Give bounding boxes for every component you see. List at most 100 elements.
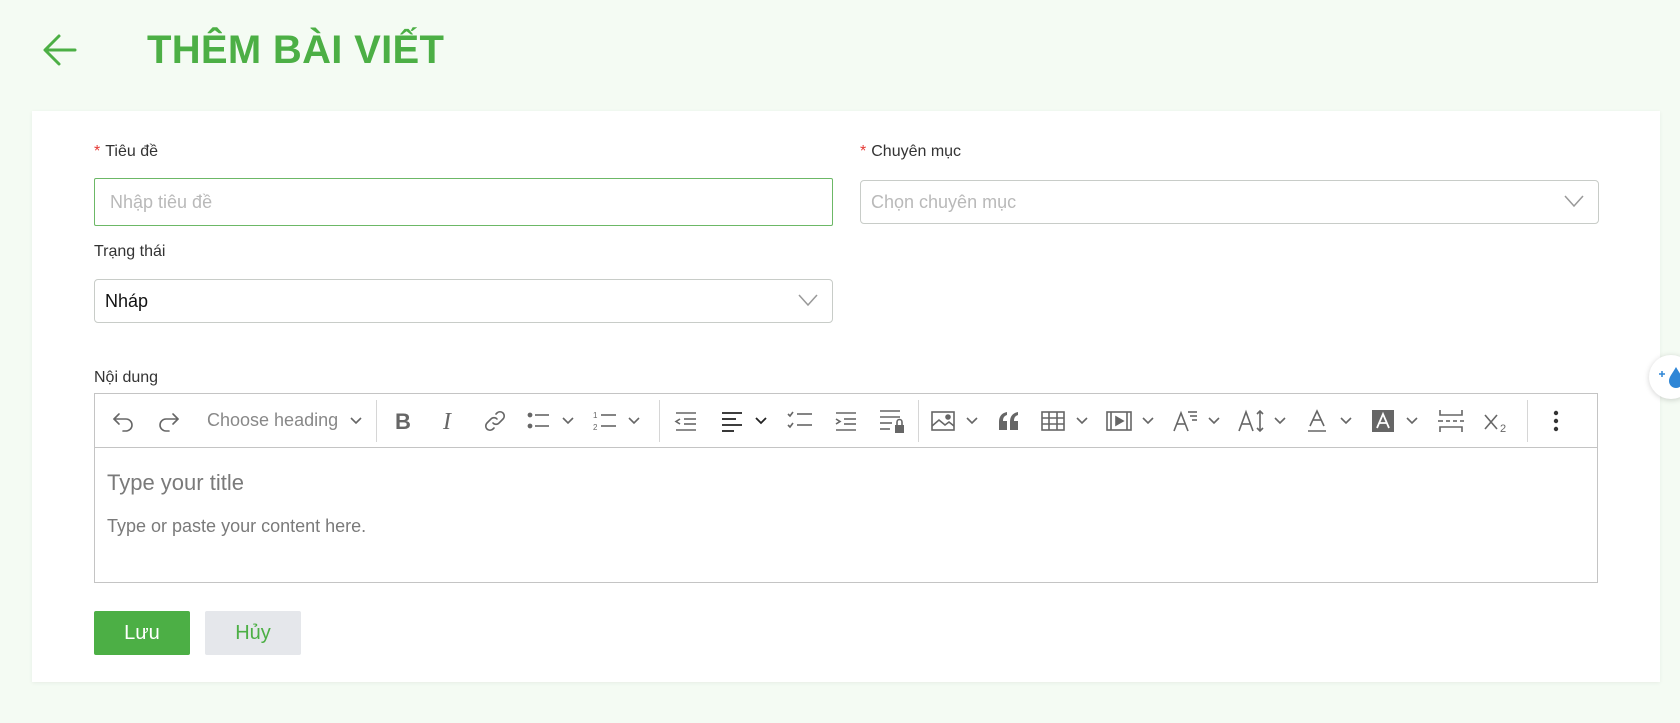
font-family-dropdown[interactable] bbox=[1201, 401, 1227, 441]
link-icon bbox=[485, 410, 506, 431]
page-break-button[interactable] bbox=[1431, 401, 1471, 441]
numbered-list-dropdown[interactable] bbox=[621, 401, 647, 441]
undo-icon bbox=[113, 412, 133, 432]
insert-media-button[interactable] bbox=[1101, 401, 1137, 441]
title-label-text: Tiêu đề bbox=[105, 143, 159, 160]
category-label-text: Chuyên mục bbox=[871, 143, 962, 160]
chevron-down-icon bbox=[1274, 416, 1286, 424]
sparkle-drop-icon bbox=[1659, 367, 1680, 388]
undo-button[interactable] bbox=[105, 401, 141, 441]
chevron-down-icon bbox=[966, 416, 978, 424]
italic-button[interactable]: I bbox=[429, 401, 469, 441]
todo-list-button[interactable] bbox=[780, 401, 820, 441]
chevron-down-icon bbox=[628, 416, 640, 424]
indent-icon bbox=[835, 411, 857, 431]
heading-dropdown-label: Choose heading bbox=[207, 410, 339, 430]
svg-text:I: I bbox=[442, 409, 452, 433]
quote-icon bbox=[999, 411, 1019, 430]
subscript-button[interactable]: 2 bbox=[1477, 401, 1517, 441]
bulleted-list-button[interactable] bbox=[521, 401, 557, 441]
chevron-down-icon bbox=[1340, 416, 1352, 424]
toolbar-separator bbox=[918, 399, 920, 442]
outdent-button[interactable] bbox=[666, 401, 706, 441]
chevron-down-icon bbox=[798, 294, 818, 307]
redo-icon bbox=[159, 412, 179, 432]
italic-icon: I bbox=[442, 409, 452, 433]
back-button[interactable] bbox=[40, 30, 80, 70]
alignment-button[interactable] bbox=[714, 401, 750, 441]
save-button[interactable]: Lưu bbox=[94, 611, 190, 655]
category-placeholder: Chọn chuyên mục bbox=[871, 191, 1017, 212]
heading-dropdown[interactable]: Choose heading bbox=[197, 401, 370, 441]
font-size-dropdown[interactable] bbox=[1267, 401, 1293, 441]
lock-paragraph-icon bbox=[880, 409, 905, 433]
toolbar-separator bbox=[1527, 399, 1529, 442]
arrow-left-icon bbox=[43, 34, 77, 66]
editor-content-area[interactable]: Type your title Type or paste your conte… bbox=[95, 448, 1597, 559]
rich-text-editor: Choose heading B I 12 2 Type your title … bbox=[94, 393, 1598, 583]
font-background-color-button[interactable] bbox=[1365, 401, 1401, 441]
content-label: Nội dung bbox=[94, 369, 159, 386]
chevron-down-icon bbox=[562, 416, 574, 424]
font-color-dropdown[interactable] bbox=[1333, 401, 1359, 441]
block-quote-button[interactable] bbox=[991, 401, 1027, 441]
editor-title-placeholder: Type your title bbox=[107, 470, 244, 495]
bulleted-list-dropdown[interactable] bbox=[555, 401, 581, 441]
svg-text:1: 1 bbox=[593, 411, 598, 420]
insert-image-dropdown[interactable] bbox=[959, 401, 985, 441]
link-button[interactable] bbox=[475, 401, 515, 441]
table-icon bbox=[1041, 410, 1065, 431]
subscript-icon: 2 bbox=[1484, 413, 1506, 433]
title-input[interactable] bbox=[95, 179, 832, 225]
font-size-icon bbox=[1238, 409, 1264, 432]
numbered-list-button[interactable]: 12 bbox=[587, 401, 623, 441]
toolbar-separator bbox=[659, 399, 661, 442]
alignment-dropdown[interactable] bbox=[748, 401, 774, 441]
image-icon bbox=[931, 410, 955, 431]
font-size-button[interactable] bbox=[1233, 401, 1269, 441]
svg-text:2: 2 bbox=[1500, 423, 1506, 433]
category-label: * Chuyên mục bbox=[860, 143, 961, 161]
numbered-list-icon: 12 bbox=[593, 411, 617, 432]
page-title: THÊM BÀI VIẾT bbox=[147, 27, 445, 72]
page-break-icon bbox=[1438, 409, 1465, 432]
font-family-button[interactable] bbox=[1167, 401, 1203, 441]
insert-table-button[interactable] bbox=[1035, 401, 1071, 441]
more-vertical-icon bbox=[1553, 410, 1559, 431]
outdent-icon bbox=[674, 411, 697, 431]
more-options-button[interactable] bbox=[1538, 401, 1574, 441]
chevron-down-icon bbox=[1564, 195, 1584, 208]
bold-button[interactable]: B bbox=[383, 401, 423, 441]
title-field bbox=[94, 178, 833, 226]
redo-button[interactable] bbox=[151, 401, 187, 441]
chevron-down-icon bbox=[1208, 416, 1220, 424]
editor-toolbar: Choose heading B I 12 2 bbox=[95, 394, 1597, 448]
toolbar-separator bbox=[376, 399, 378, 442]
status-select[interactable]: Nháp bbox=[94, 279, 833, 323]
category-select[interactable]: Chọn chuyên mục bbox=[860, 180, 1599, 224]
insert-media-dropdown[interactable] bbox=[1135, 401, 1161, 441]
font-family-icon bbox=[1173, 410, 1198, 431]
chevron-down-icon bbox=[1406, 416, 1418, 424]
chevron-down-icon bbox=[1142, 416, 1154, 424]
restricted-editing-button[interactable] bbox=[872, 401, 912, 441]
media-icon bbox=[1106, 410, 1132, 431]
font-color-button[interactable] bbox=[1299, 401, 1335, 441]
status-value: Nháp bbox=[105, 290, 149, 311]
status-label: Trạng thái bbox=[94, 243, 166, 260]
required-mark: * bbox=[94, 143, 101, 160]
todo-list-icon bbox=[787, 411, 813, 428]
svg-text:B: B bbox=[395, 409, 411, 433]
chevron-down-icon bbox=[350, 416, 362, 424]
chevron-down-icon bbox=[1076, 416, 1088, 424]
align-left-icon bbox=[722, 411, 743, 432]
font-color-icon bbox=[1308, 408, 1327, 432]
font-background-color-dropdown[interactable] bbox=[1399, 401, 1425, 441]
insert-table-dropdown[interactable] bbox=[1069, 401, 1095, 441]
title-label: * Tiêu đề bbox=[94, 143, 158, 161]
editor-content-placeholder: Type or paste your content here. bbox=[107, 516, 367, 536]
bold-icon: B bbox=[395, 409, 411, 433]
cancel-button[interactable]: Hủy bbox=[205, 611, 301, 655]
insert-image-button[interactable] bbox=[925, 401, 961, 441]
indent-button[interactable] bbox=[826, 401, 866, 441]
